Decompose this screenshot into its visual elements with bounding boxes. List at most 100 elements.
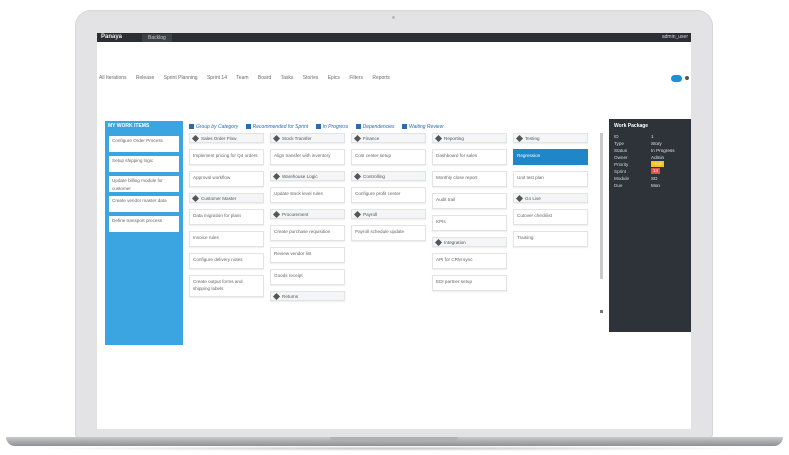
group-header[interactable]: Testing <box>513 133 588 143</box>
breadcrumb-item[interactable]: Tasks <box>281 75 294 81</box>
card-text: Create output forms and shipping labels <box>193 279 243 291</box>
card-text: Approval workflow <box>193 175 231 180</box>
group-header[interactable]: Sales Order Flow <box>189 133 264 143</box>
task-card[interactable]: Create output forms and shipping labels <box>189 275 264 297</box>
task-card[interactable]: Approval workflow <box>189 171 264 187</box>
detail-value: 1 <box>651 134 654 139</box>
group-header[interactable]: Procurement <box>270 209 345 219</box>
task-card[interactable]: Create purchase requisition <box>270 225 345 241</box>
pin-icon <box>434 135 443 142</box>
group-header[interactable]: Controlling <box>351 171 426 181</box>
card-text: Regression <box>517 153 541 158</box>
detail-row: Sprint 14 <box>609 168 691 175</box>
list-item[interactable]: Create vendor master data <box>109 196 179 212</box>
task-card[interactable]: Regression <box>513 149 588 165</box>
list-item[interactable]: Update billing module for customer <box>109 176 179 192</box>
task-card[interactable]: Cost center setup <box>351 149 426 165</box>
group-header[interactable]: Reporting <box>432 133 507 143</box>
task-card[interactable]: Align transfer with inventory <box>270 149 345 165</box>
card-text: Cutover checklist <box>517 213 552 218</box>
list-item[interactable]: Configure Order Process <box>109 136 179 152</box>
pin-icon <box>191 135 200 142</box>
filter-chip[interactable]: Waiting Review <box>401 124 443 130</box>
breadcrumb-item[interactable]: Release <box>136 75 154 81</box>
task-card[interactable]: Cutover checklist <box>513 209 588 225</box>
card-text: Returns <box>282 294 299 299</box>
group-header[interactable]: Customer Master <box>189 193 264 203</box>
detail-row: Module SD <box>609 175 691 182</box>
board-column-4: Reporting Dashboard for sales Monthly clos… <box>432 133 507 297</box>
group-header[interactable]: Payroll <box>351 209 426 219</box>
detail-row: Status In Progress <box>609 147 691 154</box>
card-text: Finance <box>363 136 380 141</box>
group-header[interactable]: Stock Transfer <box>270 133 345 143</box>
task-card[interactable]: Update stock level rules <box>270 187 345 203</box>
pin-icon <box>272 135 281 142</box>
panel-rows: ID 1 Type Story Status In Progress Owner Admin P… <box>609 133 691 189</box>
task-card[interactable]: API for CRM sync <box>432 253 507 269</box>
breadcrumb-item[interactable]: Epics <box>328 75 340 81</box>
task-card[interactable]: Unit test plan <box>513 171 588 187</box>
camera <box>392 16 395 19</box>
breadcrumb-item[interactable]: Filters <box>349 75 363 81</box>
filter-chip[interactable]: Dependencies <box>355 124 395 130</box>
card-text: Payroll <box>363 212 378 217</box>
scrollbar[interactable] <box>600 133 603 279</box>
pin-icon <box>272 173 281 180</box>
task-card[interactable]: Invoice rules <box>189 231 264 247</box>
card-text: Go Live <box>525 196 541 201</box>
breadcrumb-item[interactable]: Team <box>236 75 248 81</box>
group-header[interactable]: Warehouse Logic <box>270 171 345 181</box>
user-menu[interactable]: admin_user <box>662 33 688 42</box>
breadcrumb-item[interactable]: Stories <box>303 75 319 81</box>
breadcrumb-item[interactable]: Sprint 14 <box>207 75 227 81</box>
detail-label: Module <box>614 176 630 181</box>
breadcrumb-item[interactable]: Board <box>258 75 271 81</box>
filter-chip[interactable]: In Progress <box>315 124 348 130</box>
breadcrumb-item[interactable]: All Iterations <box>99 75 127 81</box>
group-header[interactable]: Go Live <box>513 193 588 203</box>
filter-chip[interactable]: Recommended for Sprint <box>245 124 308 130</box>
task-card[interactable]: Monthly close report <box>432 171 507 187</box>
group-header[interactable]: Returns <box>270 291 345 301</box>
task-card[interactable]: Data migration for plant <box>189 209 264 225</box>
task-card[interactable]: Training <box>513 231 588 247</box>
pin-icon <box>353 173 362 180</box>
card-text: Controlling <box>363 174 385 179</box>
detail-label: Priority <box>614 162 629 167</box>
detail-row: Owner Admin <box>609 154 691 161</box>
breadcrumb-item[interactable]: Reports <box>372 75 390 81</box>
task-card[interactable]: Dashboard for sales <box>432 149 507 165</box>
board-column-5: Testing Regression Unit test plan Go Live Cu… <box>513 133 588 253</box>
tab-backlog[interactable]: Backlog <box>142 34 172 42</box>
task-card[interactable]: Audit trail <box>432 193 507 209</box>
detail-row: ID 1 <box>609 133 691 140</box>
laptop-frame: Panaya Backlog admin_user All Iterations… <box>75 10 713 438</box>
breadcrumb-item[interactable]: Sprint Planning <box>164 75 198 81</box>
panel-title: Work Package <box>614 123 649 129</box>
laptop-shadow <box>30 446 759 451</box>
task-card[interactable]: EDI partner setup <box>432 275 507 291</box>
scroll-indicator <box>600 310 603 313</box>
board-column-2: Stock Transfer Align transfer with invent… <box>270 133 345 307</box>
view-toggle[interactable] <box>671 75 682 82</box>
task-card[interactable]: Implement pricing for Q4 orders <box>189 149 264 165</box>
group-header[interactable]: Finance <box>351 133 426 143</box>
pin-icon <box>515 195 524 202</box>
task-card[interactable]: Goods receipt <box>270 269 345 285</box>
brand-logo[interactable]: Panaya <box>101 33 122 42</box>
top-bar: Panaya Backlog admin_user <box>97 33 691 42</box>
more-icon[interactable] <box>685 76 689 80</box>
task-card[interactable]: Configure delivery notes <box>189 253 264 269</box>
task-card[interactable]: Payroll schedule update <box>351 225 426 241</box>
detail-label: Owner <box>614 155 628 160</box>
detail-value: Mon <box>651 183 660 188</box>
task-card[interactable]: Configure profit center <box>351 187 426 203</box>
filter-chip[interactable]: Group by Category <box>189 124 238 130</box>
task-card[interactable]: KPIs <box>432 215 507 231</box>
card-text: Configure delivery notes <box>193 257 243 262</box>
group-header[interactable]: Integration <box>432 237 507 247</box>
list-item[interactable]: Setup shipping logic <box>109 156 179 172</box>
task-card[interactable]: Review vendor list <box>270 247 345 263</box>
list-item[interactable]: Define transport process <box>109 216 179 232</box>
